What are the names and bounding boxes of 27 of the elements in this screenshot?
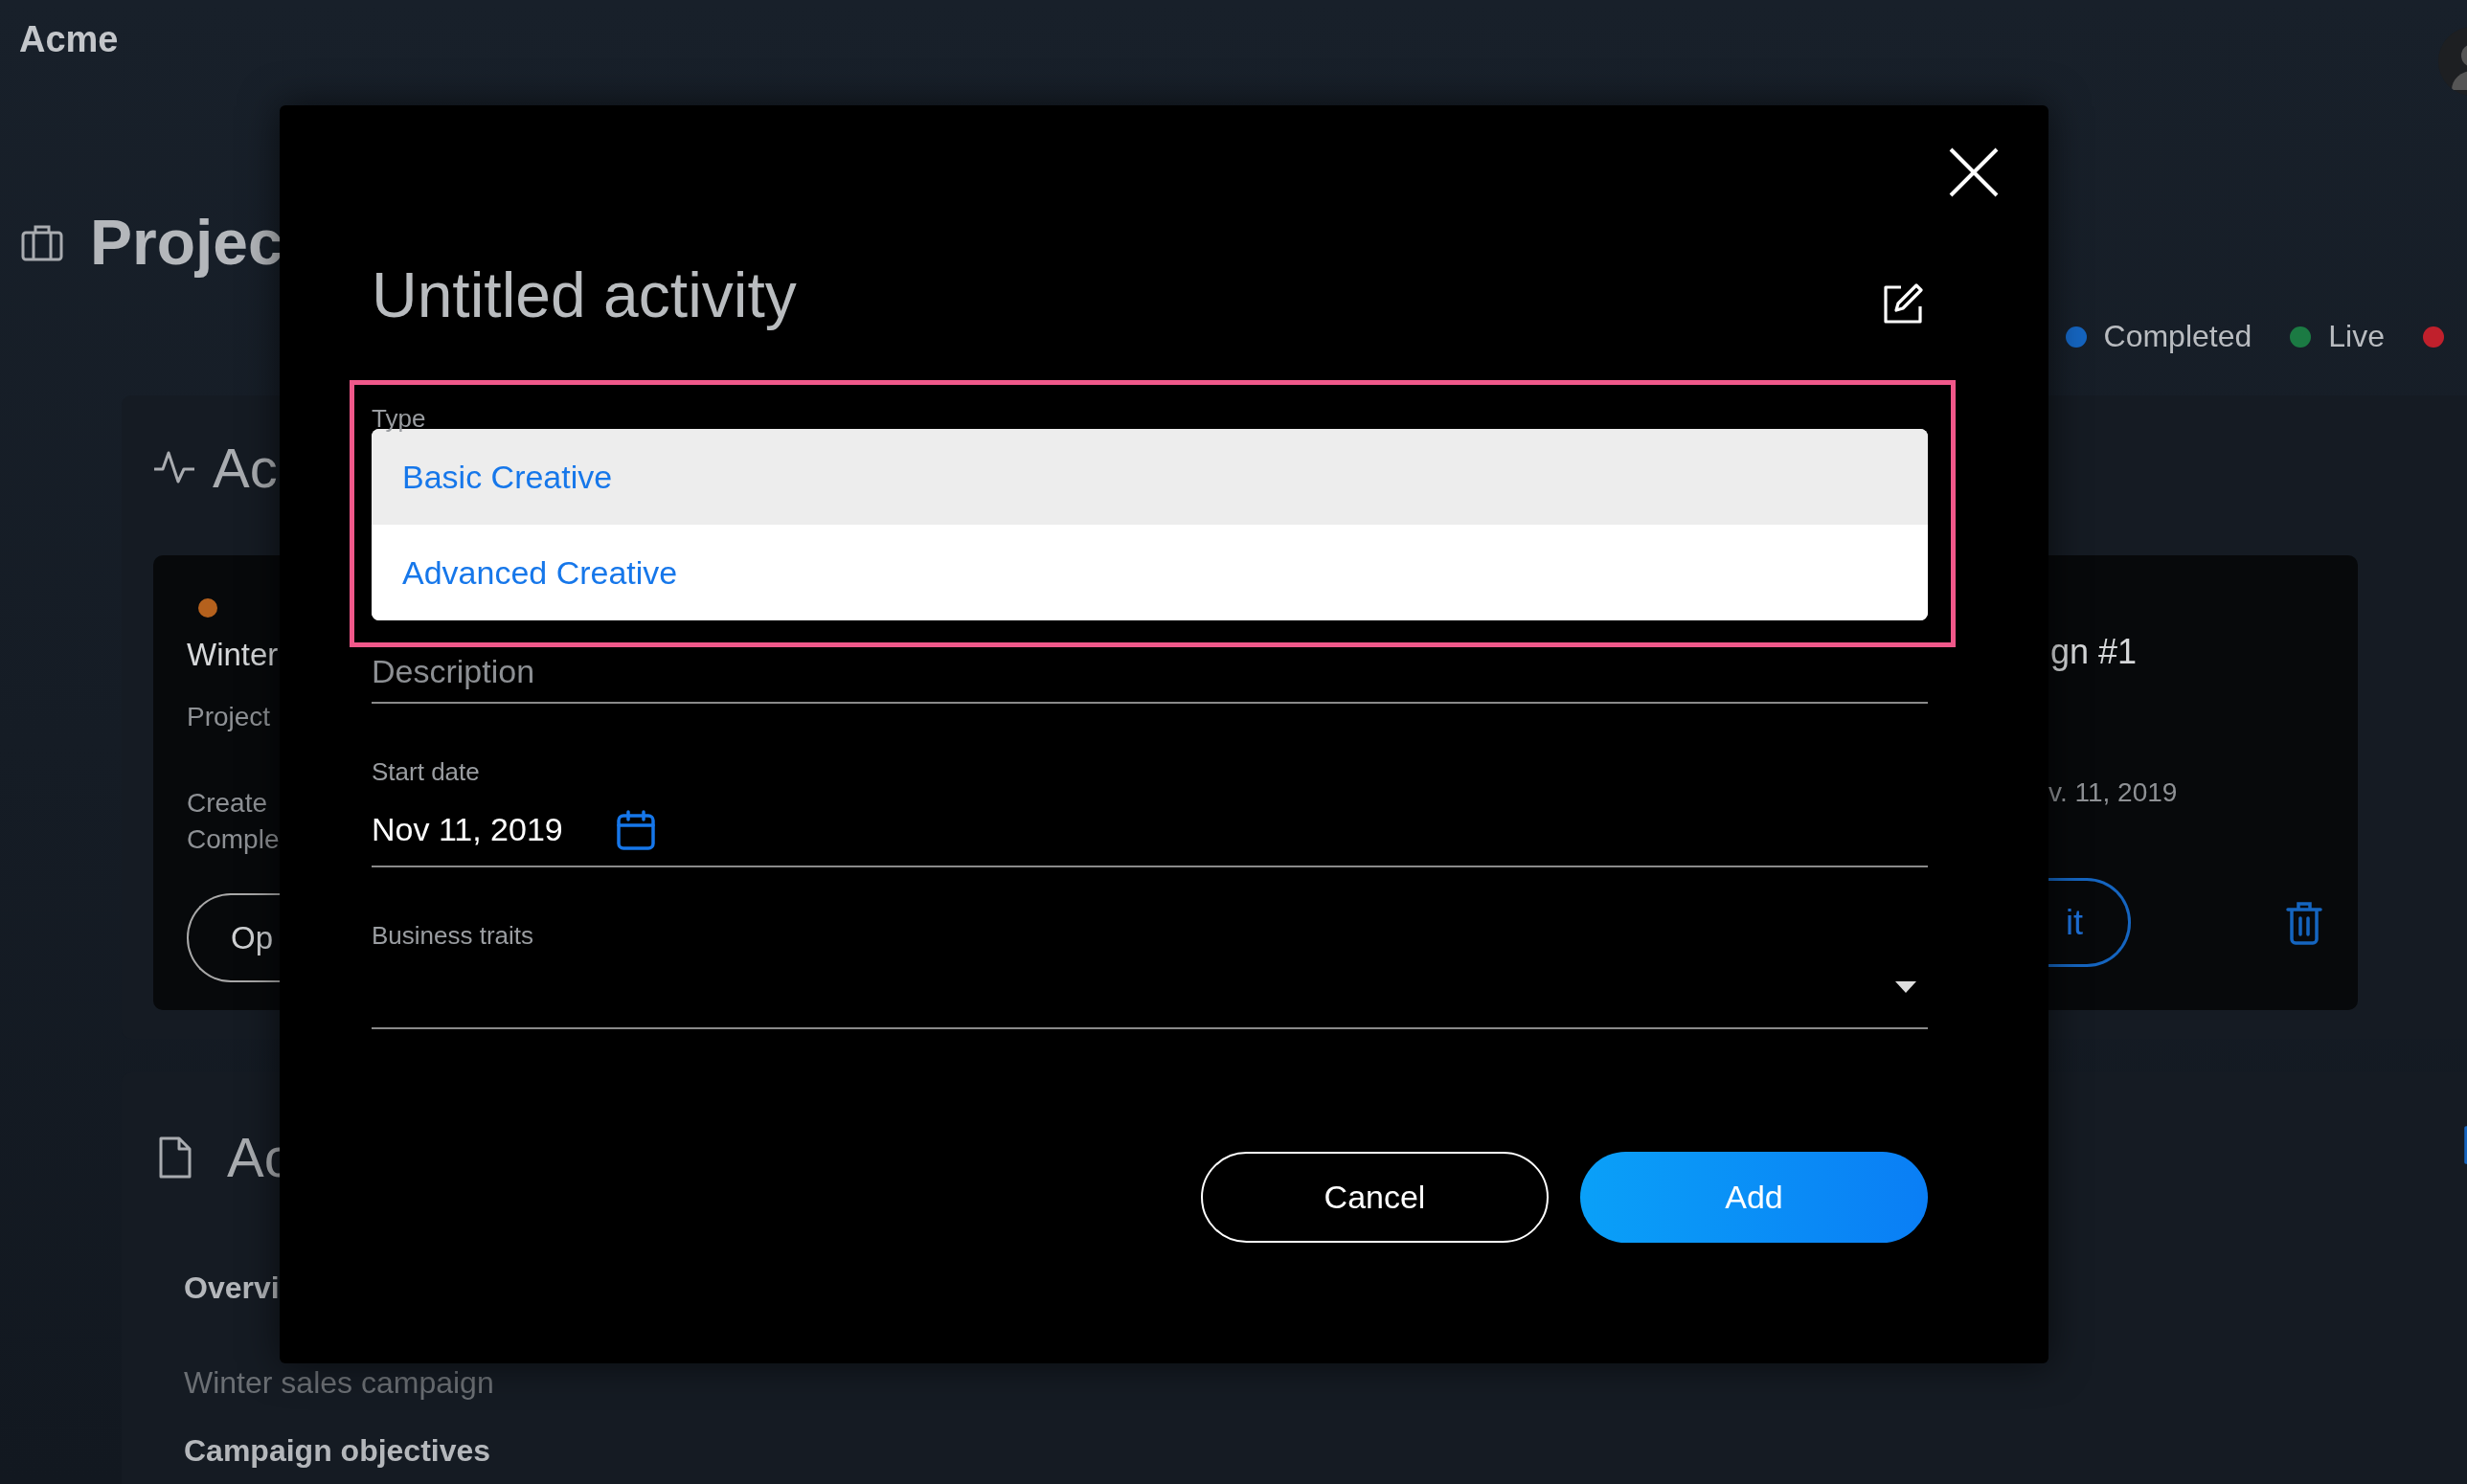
card-date: v. 11, 2019: [2048, 777, 2179, 808]
legend-label: Completed: [2103, 319, 2252, 354]
edit-icon[interactable]: [1882, 283, 1924, 326]
card-meta: Create: [187, 788, 269, 819]
calendar-icon[interactable]: [616, 809, 655, 850]
section-heading: Ac: [213, 435, 278, 500]
pulse-icon: [153, 450, 195, 484]
cancel-button[interactable]: Cancel: [1201, 1152, 1549, 1243]
card-subtitle: Project: [187, 702, 272, 732]
caret-icon[interactable]: [1895, 980, 1916, 993]
objectives-label: Campaign objectives: [184, 1433, 492, 1469]
trash-icon[interactable]: [2286, 900, 2322, 945]
document-icon: [158, 1135, 192, 1180]
dialog-title: Untitled activity: [372, 259, 797, 331]
legend-label: Live: [2328, 319, 2385, 354]
card-meta: Comple: [187, 824, 280, 855]
card-title: gn #1: [2049, 632, 2139, 672]
description-field[interactable]: Description: [372, 653, 1928, 704]
date-value[interactable]: Nov 11, 2019: [372, 811, 563, 848]
card-title: Winter: [187, 637, 280, 673]
brand-name: Acme: [19, 19, 119, 60]
add-button[interactable]: Add: [1580, 1152, 1928, 1243]
overview-label: Overvi: [184, 1270, 281, 1306]
field-label: Business traits: [372, 923, 535, 946]
field-label: Start date: [372, 759, 481, 782]
overview-text: Winter sales campaign: [184, 1365, 495, 1401]
page-title: Projec: [90, 205, 283, 279]
